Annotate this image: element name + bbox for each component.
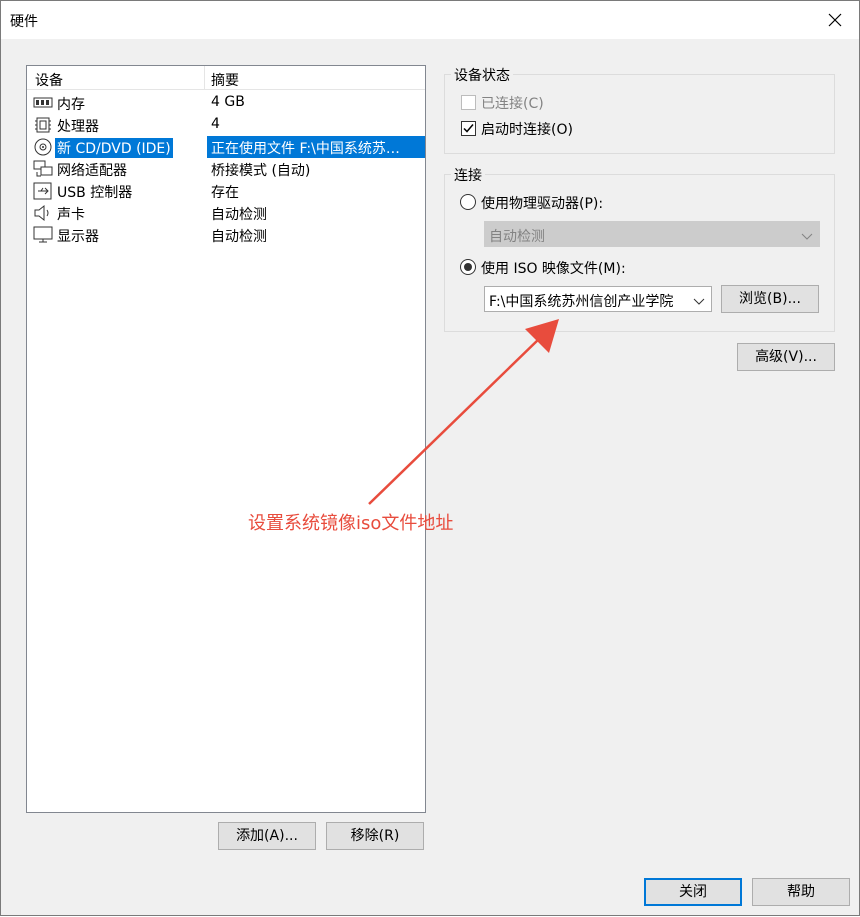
device-name: 显示器: [57, 229, 99, 245]
device-row-network[interactable]: 网络适配器 桥接模式 (自动): [31, 158, 425, 180]
device-name: 网络适配器: [57, 163, 127, 179]
physical-drive-select-value: 自动检测: [489, 229, 545, 245]
connect-at-power-on-checkbox[interactable]: [461, 121, 476, 136]
column-header-device[interactable]: 设备: [35, 70, 63, 90]
device-summary: 正在使用文件 F:\中国系统苏…: [211, 141, 400, 157]
device-row-processor[interactable]: 处理器 4: [31, 114, 425, 136]
checkmark-icon: [463, 124, 474, 133]
window-title: 硬件: [10, 14, 38, 30]
device-summary: 自动检测: [211, 207, 267, 223]
connected-label: 已连接(C): [481, 96, 544, 112]
physical-drive-label: 使用物理驱动器(P):: [481, 196, 604, 212]
device-summary: 自动检测: [211, 229, 267, 245]
browse-button[interactable]: 浏览(B)...: [721, 285, 819, 313]
device-summary: 桥接模式 (自动): [211, 163, 311, 179]
device-status-title: 设备状态: [451, 65, 513, 85]
iso-image-label: 使用 ISO 映像文件(M):: [481, 261, 626, 277]
advanced-button[interactable]: 高级(V)...: [737, 343, 835, 371]
close-window-icon[interactable]: [821, 6, 849, 34]
device-summary: 4: [211, 116, 220, 132]
cpu-icon: [33, 116, 53, 134]
device-summary: 4 GB: [211, 94, 245, 110]
connection-group: 连接 使用物理驱动器(P): 自动检测 使用 ISO 映像文件(M): F:\中…: [444, 165, 835, 332]
device-name: 声卡: [57, 207, 85, 223]
device-name: USB 控制器: [57, 185, 133, 201]
memory-icon: [33, 94, 53, 112]
iso-path-value: F:\中国系统苏州信创产业学院: [489, 294, 674, 310]
monitor-icon: [33, 226, 53, 244]
device-row-display[interactable]: 显示器 自动检测: [31, 224, 425, 246]
device-row-usb[interactable]: USB 控制器 存在: [31, 180, 425, 202]
column-header-summary[interactable]: 摘要: [211, 70, 239, 90]
close-button[interactable]: 关闭: [644, 878, 742, 906]
device-name: 新 CD/DVD (IDE): [54, 137, 174, 159]
physical-drive-select[interactable]: 自动检测: [484, 221, 820, 247]
device-list-header: 设备 摘要: [27, 66, 425, 90]
iso-image-radio[interactable]: [460, 259, 476, 275]
physical-drive-radio[interactable]: [460, 194, 476, 210]
network-icon: [33, 160, 53, 178]
speaker-icon: [33, 204, 53, 222]
connection-title: 连接: [451, 165, 485, 185]
device-name: 内存: [57, 97, 85, 113]
chevron-down-icon: [801, 229, 813, 240]
column-divider[interactable]: [204, 66, 205, 90]
device-list[interactable]: 设备 摘要 内存 4 GB 处理器 4 新 CD/DVD (IDE) 正在使用文…: [26, 65, 426, 813]
cd-dvd-icon: [33, 138, 53, 156]
device-status-group: 设备状态 已连接(C) 启动时连接(O): [444, 65, 835, 154]
connect-at-power-on-label: 启动时连接(O): [481, 122, 573, 138]
device-summary: 存在: [211, 185, 239, 201]
device-row-cd-dvd[interactable]: 新 CD/DVD (IDE) 正在使用文件 F:\中国系统苏…: [31, 136, 425, 159]
device-row-sound[interactable]: 声卡 自动检测: [31, 202, 425, 224]
radio-selected-dot: [464, 263, 472, 271]
add-button[interactable]: 添加(A)...: [218, 822, 316, 850]
device-row-memory[interactable]: 内存 4 GB: [31, 92, 425, 114]
title-bar: 硬件: [1, 1, 859, 39]
remove-button[interactable]: 移除(R): [326, 822, 424, 850]
hardware-dialog: 硬件 设备 摘要 内存 4 GB 处理器 4 新 CD/DVD (IDE) 正在…: [0, 0, 860, 916]
device-name: 处理器: [57, 119, 99, 135]
connected-checkbox[interactable]: [461, 95, 476, 110]
chevron-down-icon[interactable]: [693, 294, 705, 305]
usb-icon: [33, 182, 53, 200]
help-button[interactable]: 帮助: [752, 878, 850, 906]
iso-path-combo[interactable]: F:\中国系统苏州信创产业学院: [484, 286, 712, 312]
annotation-text: 设置系统镜像iso文件地址: [248, 513, 454, 534]
